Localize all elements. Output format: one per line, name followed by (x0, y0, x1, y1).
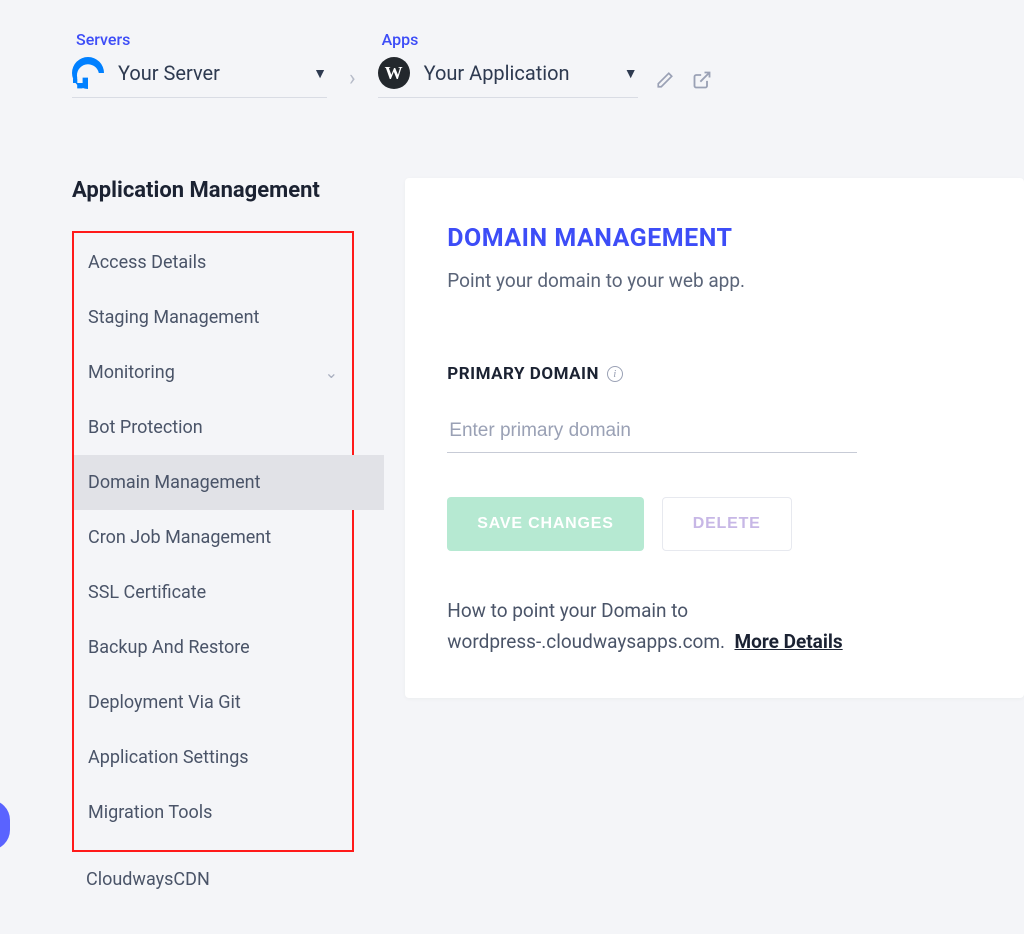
chevron-down-icon: ⌄ (325, 363, 338, 382)
sidebar-item-staging-management[interactable]: Staging Management (74, 290, 352, 345)
primary-domain-label: PRIMARY DOMAIN i (447, 364, 982, 384)
button-row: SAVE CHANGES DELETE (447, 497, 982, 551)
app-selector[interactable]: W Your Application ▼ (378, 53, 638, 98)
sidebar-item-deployment-via-git[interactable]: Deployment Via Git (74, 675, 352, 730)
app-crumb: Apps W Your Application ▼ (378, 30, 638, 98)
sidebar-item-ssl-certificate[interactable]: SSL Certificate (74, 565, 352, 620)
sidebar-item-bot-protection[interactable]: Bot Protection (74, 400, 352, 455)
chevron-right-icon: › (327, 30, 378, 91)
breadcrumb: Servers Your Server ▼ › Apps W Your Appl… (0, 0, 1024, 98)
sidebar-item-cron-job-management[interactable]: Cron Job Management (74, 510, 352, 565)
page-subtitle: Point your domain to your web app. (447, 269, 982, 292)
sidebar-item-monitoring[interactable]: Monitoring⌄ (74, 345, 352, 400)
apps-label: Apps (378, 30, 638, 49)
primary-domain-input[interactable] (447, 414, 857, 453)
app-actions (638, 30, 712, 95)
more-details-link[interactable]: More Details (735, 630, 843, 653)
page-title: DOMAIN MANAGEMENT (447, 224, 982, 253)
external-link-icon[interactable] (692, 70, 712, 95)
sidebar-highlight-box: Access Details Staging Management Monito… (72, 231, 354, 852)
sidebar-item-cloudwayscdn[interactable]: CloudwaysCDN (72, 852, 371, 907)
servers-label: Servers (72, 30, 327, 49)
help-text: How to point your Domain to wordpress-.c… (447, 595, 982, 658)
caret-down-icon: ▼ (313, 65, 327, 82)
wordpress-icon: W (378, 57, 410, 89)
server-name: Your Server (118, 61, 301, 85)
save-button[interactable]: SAVE CHANGES (447, 497, 643, 551)
edit-icon[interactable] (656, 70, 674, 95)
caret-down-icon: ▼ (624, 65, 638, 82)
sidebar-item-backup-and-restore[interactable]: Backup And Restore (74, 620, 352, 675)
sidebar: Application Management Access Details St… (72, 178, 371, 907)
sidebar-title: Application Management (72, 178, 371, 203)
sidebar-item-access-details[interactable]: Access Details (74, 235, 352, 290)
server-crumb: Servers Your Server ▼ (72, 30, 327, 98)
digitalocean-icon (72, 57, 104, 89)
delete-button[interactable]: DELETE (662, 497, 792, 551)
info-icon[interactable]: i (607, 366, 623, 382)
sidebar-item-application-settings[interactable]: Application Settings (74, 730, 352, 785)
main-card: DOMAIN MANAGEMENT Point your domain to y… (405, 178, 1024, 698)
app-name: Your Application (424, 61, 612, 85)
sidebar-item-domain-management[interactable]: Domain Management (74, 455, 384, 510)
server-selector[interactable]: Your Server ▼ (72, 53, 327, 98)
sidebar-item-migration-tools[interactable]: Migration Tools (74, 785, 352, 840)
